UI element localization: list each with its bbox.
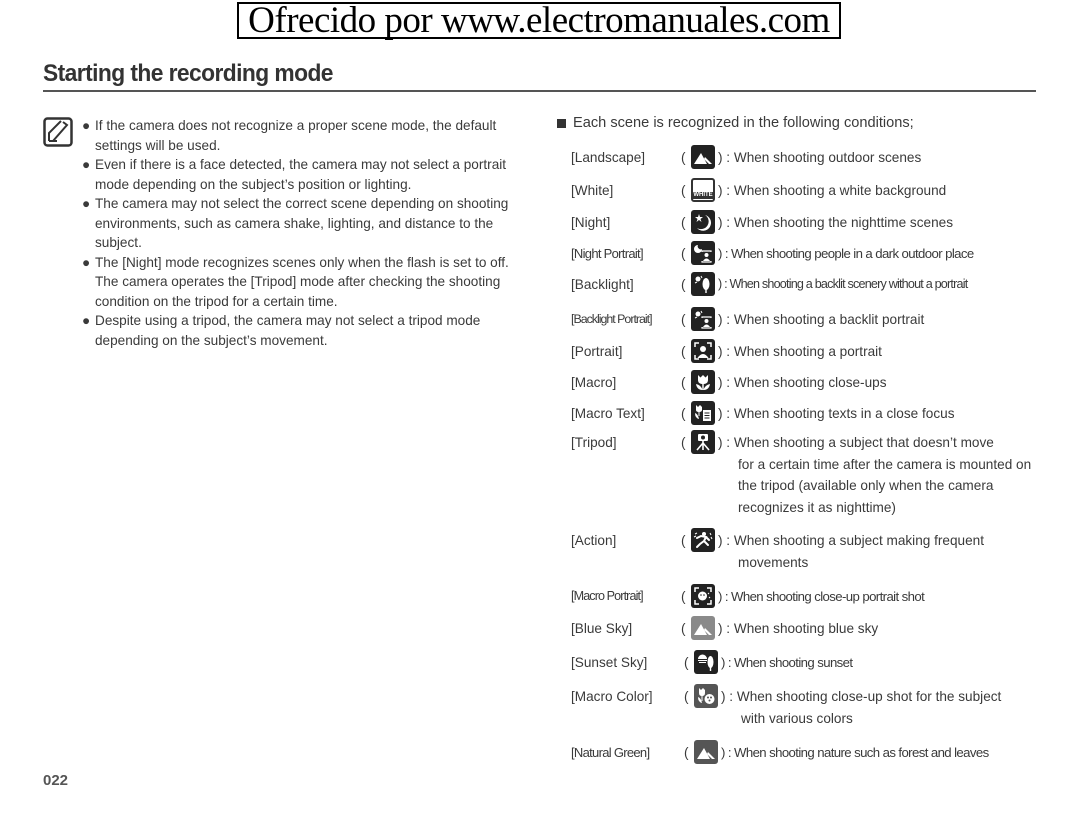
blue-sky-icon [691, 616, 715, 640]
scene-desc: ) : When shooting people in a dark outdo… [718, 246, 974, 261]
paren: ( [681, 277, 686, 292]
note-text: The [Night] mode recognizes scenes only … [95, 254, 509, 309]
scenes-intro-text: Each scene is recognized in the followin… [573, 115, 914, 131]
scene-label: [Landscape] [571, 150, 646, 165]
scene-desc: ) : When shooting a subject making frequ… [718, 530, 984, 573]
scene-desc-line: ) : When shooting a subject that doesn’t… [718, 435, 994, 450]
paren: ( [681, 183, 686, 198]
scene-desc: ) : When shooting outdoor scenes [718, 150, 922, 165]
bullet: ● [82, 254, 91, 270]
backlight-icon [691, 272, 715, 296]
scene-desc: ) : When shooting nature such as forest … [721, 745, 989, 760]
note-item: ● Despite using a tripod, the camera may … [82, 311, 522, 350]
action-icon [691, 528, 715, 552]
scene-label: [Night Portrait] [571, 246, 644, 261]
paren: ( [681, 533, 686, 548]
scene-desc: ) : When shooting a subject that doesn’t… [718, 432, 1038, 518]
tripod-icon [691, 430, 715, 454]
scene-label: [White] [571, 183, 614, 198]
scene-desc: ) : When shooting close-ups [718, 375, 887, 390]
title-divider [43, 90, 1036, 92]
page-title: Starting the recording mode [43, 60, 333, 87]
scene-label: [Macro] [571, 375, 617, 390]
scene-label: [Natural Green] [571, 745, 650, 760]
scene-label: [Night] [571, 215, 611, 230]
note-item: ● If the camera does not recognize a prop… [82, 116, 522, 155]
paren: ( [681, 435, 686, 450]
scene-desc: ) : When shooting texts in a close focus [718, 406, 955, 421]
scene-label: [Portrait] [571, 344, 623, 359]
night-icon [691, 210, 715, 234]
scene-desc-continuation: with various colors [741, 710, 853, 726]
macro-portrait-icon [691, 584, 715, 608]
macro-color-icon [694, 684, 718, 708]
page-number: 022 [43, 772, 69, 789]
white-icon-text: WHITE [693, 192, 713, 199]
notes-list: ● If the camera does not recognize a prop… [82, 116, 522, 350]
note-text: Despite using a tripod, the camera may n… [95, 313, 481, 348]
portrait-icon [691, 339, 715, 363]
landscape-icon [691, 145, 715, 169]
scene-label: [Blue Sky] [571, 621, 633, 636]
bullet: ● [82, 118, 91, 133]
bullet: ● [82, 157, 91, 172]
note-pencil-icon [43, 117, 73, 147]
sunset-sky-icon [694, 650, 718, 674]
scene-label: [Action] [571, 533, 617, 548]
note-text: Even if there is a face detected, the ca… [95, 157, 507, 192]
square-bullet-icon [557, 118, 566, 128]
scene-desc: ) : When shooting sunset [721, 655, 853, 670]
paren: ( [681, 406, 686, 421]
scene-label: [Tripod] [571, 435, 617, 450]
paren: ( [681, 246, 686, 261]
scene-desc: ) : When shooting a backlit scenery with… [718, 277, 968, 291]
note-item: ● Even if there is a face detected, the c… [82, 155, 522, 194]
scene-desc-continuation: for a certain time after the camera is m… [738, 456, 1032, 515]
scene-label: [Macro Color] [571, 689, 653, 704]
scene-desc: ) : When shooting blue sky [718, 621, 879, 636]
paren: ( [681, 150, 686, 165]
white-icon: WHITE [691, 178, 715, 202]
paren: ( [681, 312, 686, 327]
paren: ( [681, 589, 686, 604]
note-item: ● The [Night] mode recognizes scenes only… [82, 253, 522, 312]
macro-text-icon [691, 401, 715, 425]
scene-desc-continuation: movements [738, 554, 809, 570]
paren: ( [684, 689, 689, 704]
scene-desc: ) : When shooting a portrait [718, 344, 882, 359]
paren: ( [681, 375, 686, 390]
scene-desc: ) : When shooting a backlit portrait [718, 312, 925, 327]
scenes-intro: Each scene is recognized in the followin… [557, 115, 914, 131]
natural-green-icon [694, 740, 718, 764]
scene-label: [Backlight] [571, 277, 634, 292]
source-banner: Ofrecido por www.electromanuales.com [237, 2, 841, 39]
scene-label: [Sunset Sky] [571, 655, 648, 670]
note-text: The camera may not select the correct sc… [95, 196, 509, 250]
backlight-portrait-icon [691, 307, 715, 331]
macro-icon [691, 370, 715, 394]
scene-label: [Backlight Portrait] [571, 312, 653, 326]
paren: ( [684, 655, 689, 670]
scene-desc: ) : When shooting a white background [718, 183, 947, 198]
note-item: ● The camera may not select the correct s… [82, 194, 522, 253]
paren: ( [681, 344, 686, 359]
paren: ( [684, 745, 689, 760]
scene-desc-line: ) : When shooting a subject making frequ… [718, 533, 984, 548]
bullet: ● [82, 196, 91, 211]
paren: ( [681, 621, 686, 636]
scene-desc: ) : When shooting close-up shot for the … [721, 686, 1001, 729]
scene-label: [Macro Portrait] [571, 589, 644, 603]
bullet: ● [82, 313, 91, 328]
night-portrait-icon [691, 241, 715, 265]
paren: ( [681, 215, 686, 230]
note-text: If the camera does not recognize a prope… [95, 118, 497, 153]
scene-desc-line: ) : When shooting close-up shot for the … [721, 689, 1002, 704]
scene-desc: ) : When shooting close-up portrait shot [718, 589, 925, 604]
scene-label: [Macro Text] [571, 406, 645, 421]
scene-desc: ) : When shooting the nighttime scenes [718, 215, 953, 230]
